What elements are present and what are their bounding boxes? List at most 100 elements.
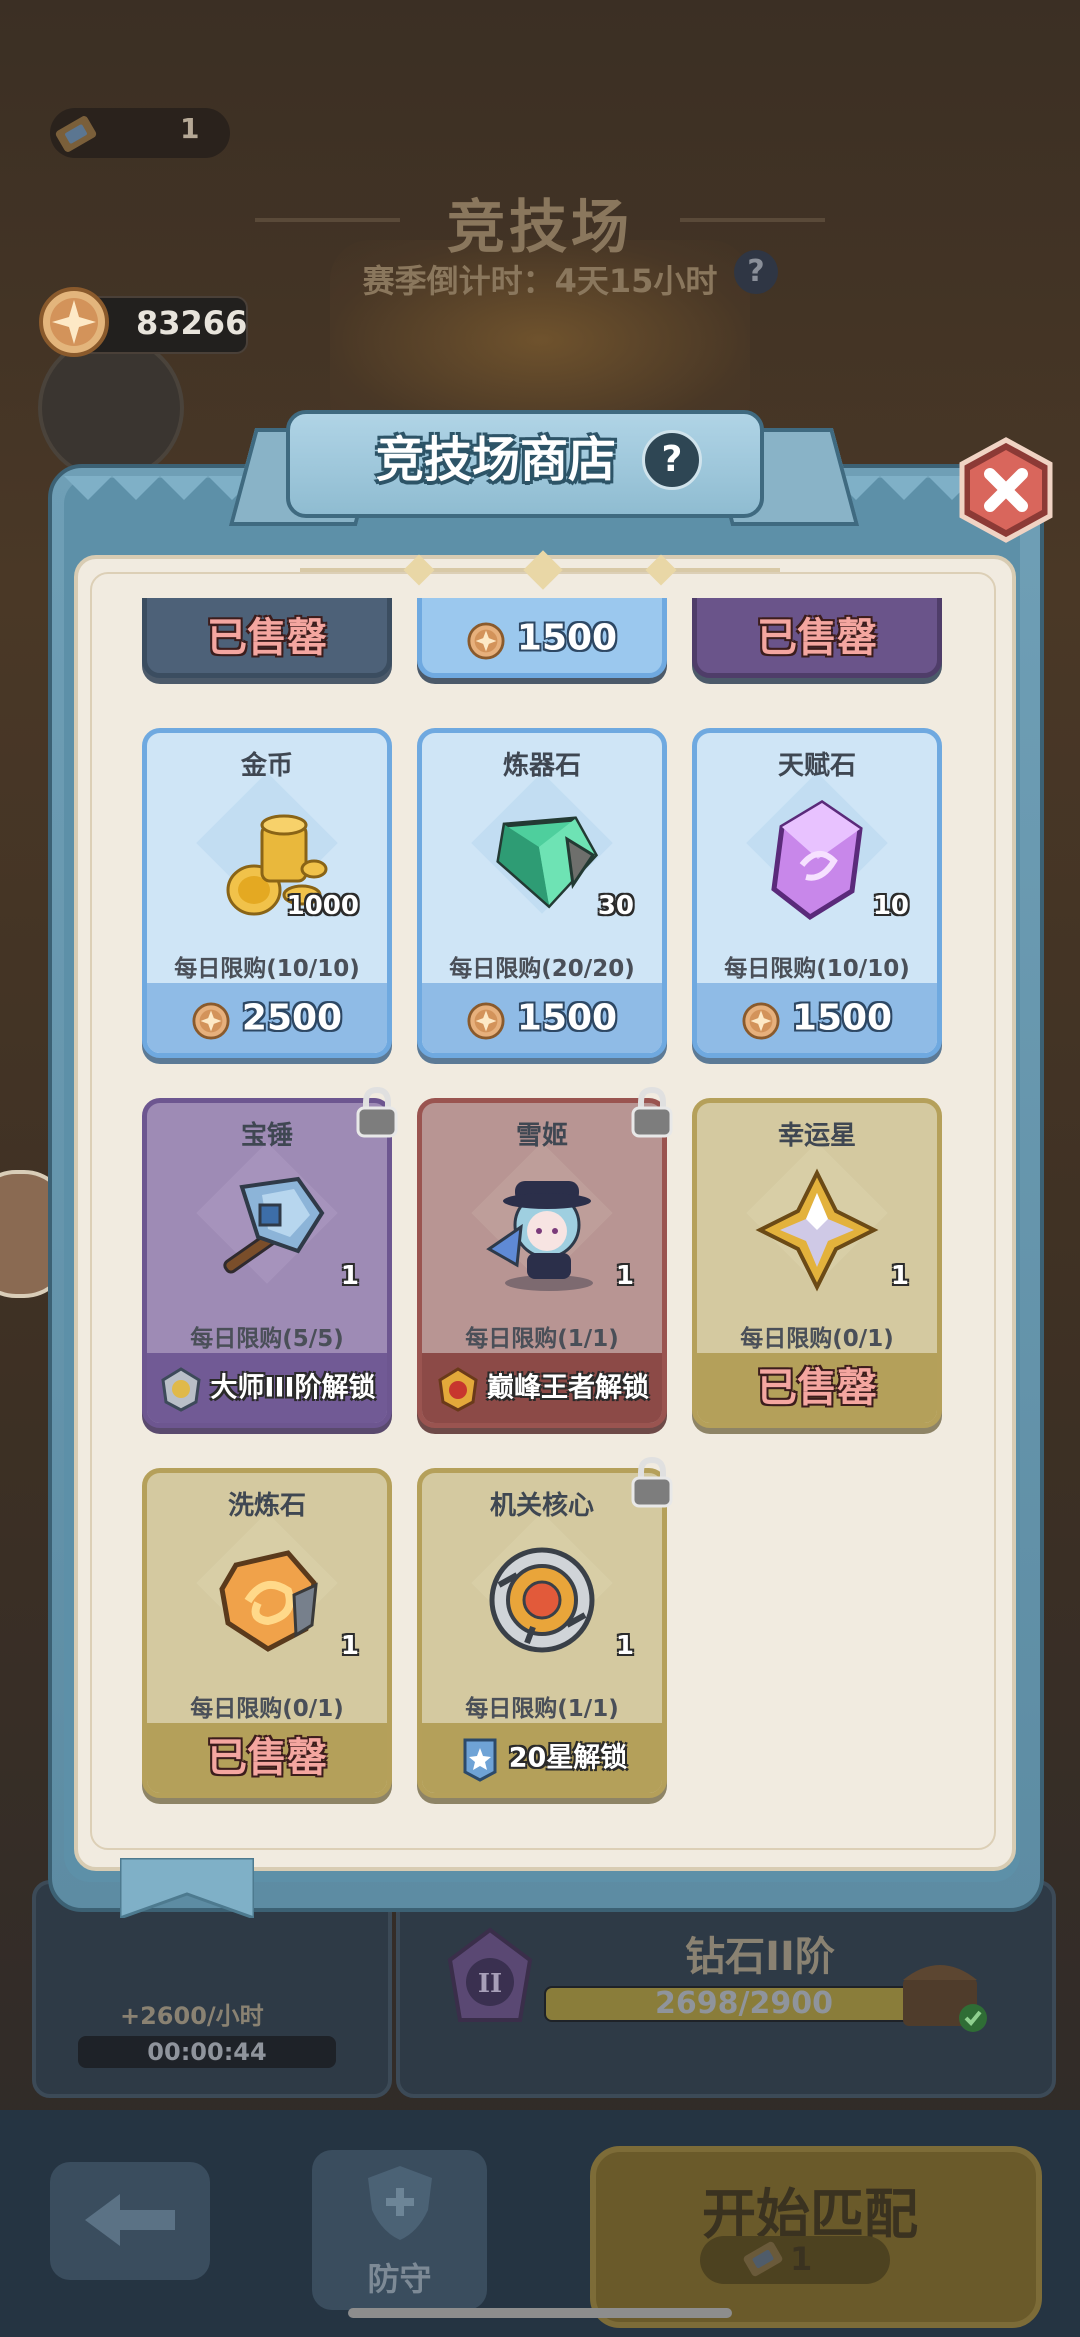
purchase-limit: 每日限购(10/10) bbox=[724, 956, 910, 982]
purchase-limit: 每日限购(0/1) bbox=[740, 1326, 894, 1352]
shop-item-card[interactable]: 幸运星 1 每日限购(0/1) 已售罄 bbox=[692, 1098, 942, 1428]
arena-coin-icon bbox=[742, 1000, 780, 1040]
close-icon[interactable] bbox=[956, 436, 1056, 544]
unlock-text: 大师III阶解锁 bbox=[210, 1372, 376, 1404]
svg-text:II: II bbox=[478, 1969, 502, 1999]
price-value: 2500 bbox=[241, 997, 343, 1039]
item-quantity: 1 bbox=[340, 1261, 359, 1291]
item-footer: 1500 bbox=[422, 603, 662, 673]
lucky-star-icon bbox=[752, 1165, 882, 1295]
shop-item-card[interactable]: 雪姬 1 每日限购(1/1) 巅峰王者解锁 bbox=[417, 1098, 667, 1428]
item-footer: 已售罄 bbox=[147, 1723, 387, 1793]
item-footer: 20星解锁 bbox=[422, 1723, 662, 1793]
item-quantity: 1 bbox=[340, 1631, 359, 1661]
shop-help-button[interactable]: ? bbox=[642, 430, 702, 490]
item-quantity: 1 bbox=[890, 1261, 909, 1291]
refining-stone-icon bbox=[477, 795, 607, 925]
unlock-text: 巅峰王者解锁 bbox=[487, 1372, 649, 1404]
item-quantity: 1000 bbox=[286, 891, 359, 921]
master-rank-badge-icon bbox=[158, 1366, 204, 1412]
price-value: 1500 bbox=[516, 997, 618, 1039]
item-footer: 巅峰王者解锁 bbox=[422, 1353, 662, 1423]
shield-icon bbox=[368, 2166, 432, 2240]
price-button[interactable]: 1500 bbox=[697, 983, 937, 1053]
bookmark-ribbon bbox=[120, 1858, 254, 1918]
purchase-limit: 每日限购(5/5) bbox=[190, 1326, 344, 1352]
item-quantity: 1 bbox=[615, 1631, 634, 1661]
season-help-button[interactable]: ? bbox=[734, 250, 778, 294]
item-footer: 1500 bbox=[422, 983, 662, 1053]
arrow-left-icon bbox=[85, 2194, 175, 2246]
unlock-requirement: 大师III阶解锁 bbox=[147, 1353, 387, 1423]
arena-title: 竞技场 bbox=[446, 193, 633, 261]
item-footer: 2500 bbox=[147, 983, 387, 1053]
arena-coin-icon bbox=[192, 1000, 230, 1040]
soldout-label: 已售罄 bbox=[757, 615, 877, 661]
item-name: 天赋石 bbox=[777, 751, 856, 781]
item-name: 雪姬 bbox=[515, 1121, 568, 1151]
item-footer: 已售罄 bbox=[697, 1353, 937, 1423]
match-ticket-cost: 1 bbox=[790, 2240, 813, 2278]
soldout-label: 已售罄 bbox=[207, 1735, 327, 1781]
rank-progress-text: 2698/2900 bbox=[655, 1986, 833, 2021]
shop-item-card[interactable]: 金币 1000 每日限购(10/10) 2500 bbox=[142, 728, 392, 1058]
shop-item-card[interactable]: 宝锤 1 每日限购(5/5) 大师III阶解锁 bbox=[142, 1098, 392, 1428]
shop-item-card-partial[interactable]: 1500 bbox=[417, 598, 667, 678]
price-button[interactable]: 2500 bbox=[147, 983, 387, 1053]
treasure-chest-icon[interactable] bbox=[895, 1950, 990, 2035]
soldout-label: 已售罄 bbox=[207, 615, 327, 661]
item-name: 机关核心 bbox=[489, 1491, 594, 1521]
arena-coin-icon bbox=[467, 1000, 505, 1040]
shop-item-grid[interactable]: 已售罄 1500 已售罄 金币 1000 每日限购(10/10) 2500 炼器石 30 每日限购… bbox=[92, 598, 988, 1838]
purchase-limit: 每日限购(0/1) bbox=[190, 1696, 344, 1722]
arena-coin-icon bbox=[467, 620, 505, 660]
idle-timer: 00:00:44 bbox=[78, 2036, 336, 2068]
item-name: 金币 bbox=[240, 751, 293, 781]
shop-item-card[interactable]: 天赋石 10 每日限购(10/10) 1500 bbox=[692, 728, 942, 1058]
lock-icon bbox=[629, 1086, 675, 1140]
talent-stone-icon bbox=[752, 795, 882, 925]
shop-item-card-partial[interactable]: 已售罄 bbox=[692, 598, 942, 678]
item-name: 炼器石 bbox=[502, 751, 581, 781]
price-button[interactable]: 1500 bbox=[422, 983, 662, 1053]
shop-item-card-partial[interactable]: 已售罄 bbox=[142, 598, 392, 678]
item-quantity: 10 bbox=[872, 891, 909, 921]
coin-amount: 83266 bbox=[136, 304, 248, 342]
shop-item-card[interactable]: 机关核心 1 每日限购(1/1) 20星解锁 bbox=[417, 1468, 667, 1798]
item-name: 宝锤 bbox=[240, 1121, 293, 1151]
treasure-hammer-icon bbox=[202, 1165, 332, 1295]
ticket-icon bbox=[55, 116, 97, 152]
purchase-limit: 每日限购(1/1) bbox=[465, 1326, 619, 1352]
item-quantity: 30 bbox=[597, 891, 634, 921]
arena-coin-icon bbox=[39, 287, 109, 357]
defend-label: 防守 bbox=[367, 2260, 432, 2298]
ticket-icon bbox=[743, 2241, 783, 2277]
soldout-label: 已售罄 bbox=[757, 1365, 877, 1411]
star-flag-badge-icon bbox=[457, 1736, 503, 1782]
item-quantity: 1 bbox=[615, 1261, 634, 1291]
item-name: 洗炼石 bbox=[227, 1491, 306, 1521]
mechanism-core-icon bbox=[477, 1535, 607, 1665]
home-indicator bbox=[348, 2308, 732, 2318]
diamond-rank-emblem-icon: II bbox=[447, 1927, 533, 2022]
unlock-requirement: 巅峰王者解锁 bbox=[422, 1353, 662, 1423]
idle-income-rate: +2600/小时 bbox=[120, 2002, 264, 2030]
item-footer: 已售罄 bbox=[697, 603, 937, 673]
peak-king-badge-icon bbox=[435, 1366, 481, 1412]
snow-princess-icon bbox=[477, 1165, 607, 1295]
unlock-text: 20星解锁 bbox=[508, 1742, 628, 1774]
price-button[interactable]: 1500 bbox=[422, 603, 662, 673]
lock-icon bbox=[629, 1456, 675, 1510]
price-value: 1500 bbox=[791, 997, 893, 1039]
purchase-limit: 每日限购(20/20) bbox=[449, 956, 635, 982]
shop-item-card[interactable]: 炼器石 30 每日限购(20/20) 1500 bbox=[417, 728, 667, 1058]
item-name: 幸运星 bbox=[777, 1121, 856, 1151]
unlock-requirement: 20星解锁 bbox=[422, 1723, 662, 1793]
reforge-stone-icon bbox=[202, 1535, 332, 1665]
price-value: 1500 bbox=[516, 617, 618, 659]
shop-item-card[interactable]: 洗炼石 1 每日限购(0/1) 已售罄 bbox=[142, 1468, 392, 1798]
item-footer: 已售罄 bbox=[147, 603, 387, 673]
lock-icon bbox=[354, 1086, 400, 1140]
purchase-limit: 每日限购(10/10) bbox=[174, 956, 360, 982]
ticket-count: 1 bbox=[180, 112, 200, 145]
